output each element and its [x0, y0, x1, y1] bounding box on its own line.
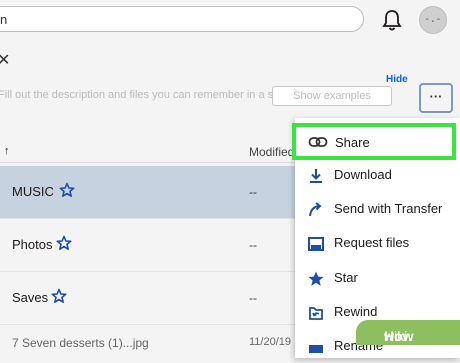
row-name: Saves — [12, 290, 49, 305]
menu-item-share[interactable]: Share — [292, 123, 456, 160]
more-actions-button[interactable]: ··· — [419, 83, 453, 113]
menu-item-download[interactable]: Download — [295, 158, 460, 192]
star-icon[interactable] — [51, 288, 67, 304]
row-modified: -- — [249, 185, 257, 199]
send-arrow-icon — [309, 202, 322, 217]
download-icon — [310, 169, 322, 183]
menu-item-label: Share — [335, 135, 370, 150]
menu-item-label: Rewind — [334, 304, 378, 319]
hide-link[interactable]: Hide — [386, 74, 408, 85]
menu-item-star[interactable]: Star — [295, 261, 460, 295]
watermark-how: How — [384, 328, 414, 344]
menu-item-label: Request files — [334, 235, 410, 250]
panel-description: Fill out the description and files you c… — [0, 89, 301, 101]
wikihow-watermark: wiki How — [356, 320, 460, 345]
row-name: 7 Seven desserts (1)...jpg — [12, 336, 149, 350]
menu-item-label: Download — [334, 167, 392, 182]
avatar-glyph: -.- — [424, 12, 442, 25]
table-row[interactable]: 7 Seven desserts (1)...jpg 11/20/19 — [0, 306, 300, 350]
star-icon[interactable] — [56, 235, 72, 251]
search-input[interactable]: n — [0, 6, 364, 32]
row-modified: -- — [249, 238, 257, 252]
table-row[interactable]: Photos -- — [0, 219, 300, 272]
close-icon[interactable]: ✕ — [0, 50, 10, 70]
avatar[interactable]: -.- — [419, 6, 447, 34]
bell-icon[interactable] — [381, 8, 403, 32]
menu-item-label: Send with Transfer — [334, 201, 443, 216]
show-examples-button[interactable]: Show examples — [272, 86, 392, 106]
rename-icon — [309, 345, 323, 353]
rewind-icon — [309, 307, 323, 320]
request-files-icon — [308, 237, 324, 251]
row-modified: 11/20/19 — [249, 336, 292, 348]
star-icon[interactable] — [59, 182, 75, 198]
row-modified: -- — [249, 291, 257, 305]
link-icon — [308, 137, 328, 147]
search-input-text: n — [0, 12, 8, 27]
modified-column-header[interactable]: Modified — [249, 145, 294, 159]
row-name: MUSIC — [12, 184, 54, 199]
top-bar: n -.- — [0, 0, 460, 42]
menu-item-label: Star — [334, 270, 358, 285]
row-name: Photos — [12, 237, 53, 252]
menu-item-request-files[interactable]: Request files — [295, 226, 460, 260]
star-icon — [308, 271, 324, 286]
table-row[interactable]: MUSIC -- — [0, 166, 300, 219]
sort-arrow-icon[interactable]: ↑ — [4, 145, 10, 157]
menu-item-send-with-transfer[interactable]: Send with Transfer — [295, 192, 460, 226]
